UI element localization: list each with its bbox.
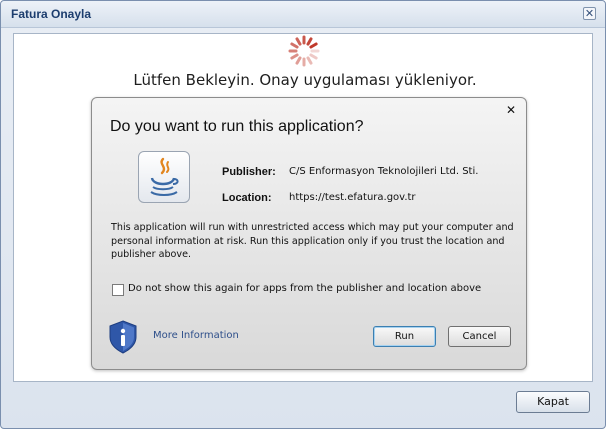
- spinner-spoke: [295, 56, 302, 65]
- java-security-dialog: ✕ Do you want to run this application? P…: [91, 97, 527, 370]
- publisher-label: Publisher:: [222, 166, 276, 178]
- close-icon: ✕: [584, 7, 595, 20]
- spinner-spoke: [295, 37, 302, 46]
- location-value: https://test.efatura.gov.tr: [289, 192, 416, 203]
- window-close-button[interactable]: ✕: [583, 7, 596, 20]
- spinner-spoke: [290, 53, 299, 60]
- spinner-spoke: [306, 56, 313, 65]
- spinner-spoke: [290, 42, 299, 49]
- loading-message: Lütfen Bekleyin. Onay uygulaması yükleni…: [133, 71, 477, 89]
- java-icon: [138, 151, 190, 203]
- info-shield-icon: [109, 320, 137, 354]
- location-label: Location:: [222, 192, 272, 204]
- publisher-value: C/S Enformasyon Teknolojileri Ltd. Sti.: [289, 166, 479, 177]
- spinner-icon: [288, 35, 320, 67]
- close-icon: ✕: [505, 103, 516, 117]
- dont-show-again-label[interactable]: Do not show this again for apps from the…: [128, 283, 481, 294]
- window-titlebar: Fatura Onayla ✕: [1, 1, 605, 28]
- fatura-onayla-window: Fatura Onayla ✕ Lütfen Bekleyin. Onay uy…: [0, 0, 606, 429]
- dialog-title: Do you want to run this application?: [110, 118, 364, 135]
- cancel-button[interactable]: Cancel: [448, 326, 511, 347]
- more-information-link[interactable]: More Information: [153, 330, 239, 341]
- spinner-spoke: [309, 53, 318, 60]
- security-warning-text: This application will run with unrestric…: [111, 222, 514, 260]
- dialog-close-button[interactable]: ✕: [506, 103, 516, 117]
- run-button[interactable]: Run: [373, 326, 436, 347]
- dont-show-again-checkbox[interactable]: [112, 284, 124, 296]
- kapat-button[interactable]: Kapat: [516, 391, 590, 413]
- window-title: Fatura Onayla: [11, 7, 92, 21]
- spinner-spoke: [309, 42, 318, 49]
- spinner-spoke: [306, 37, 313, 46]
